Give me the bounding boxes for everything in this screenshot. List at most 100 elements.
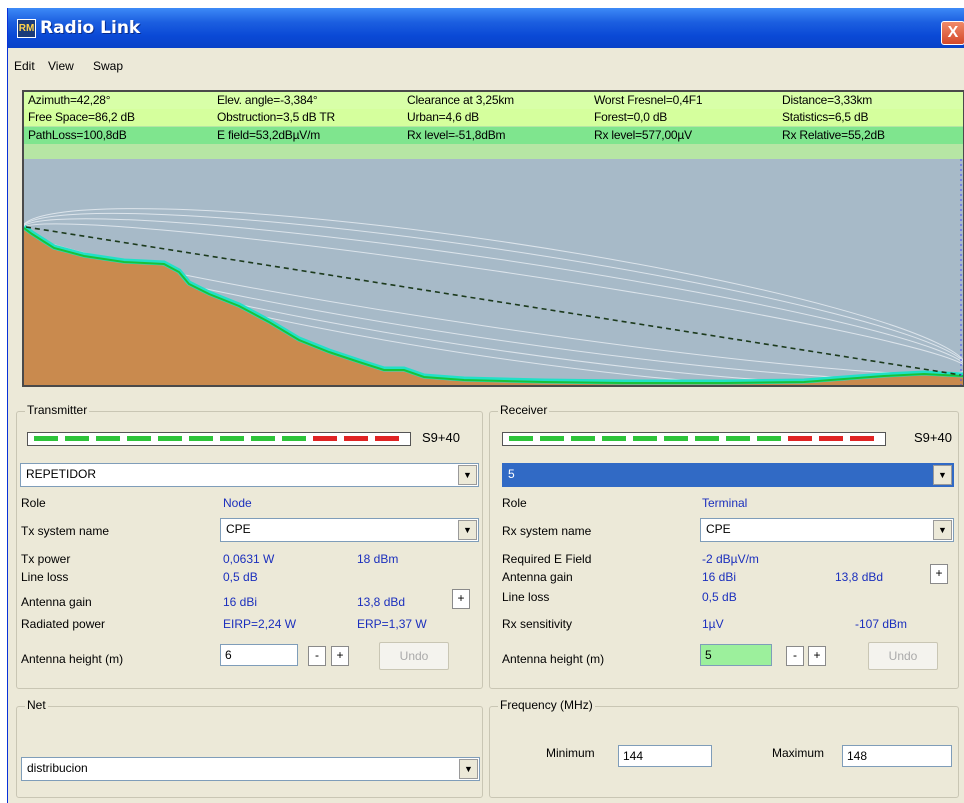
chevron-down-icon[interactable]: ▼ (933, 520, 952, 540)
transmitter-group: Transmitter S9+40 REPETIDOR ▼ Role Node … (16, 403, 483, 689)
rx-system-select[interactable]: CPE ▼ (700, 518, 954, 542)
rx-gain-dbd: 13,8 dBd (835, 570, 884, 584)
signal-segment (313, 436, 337, 441)
tx-erp-value: ERP=1,37 W (357, 617, 427, 631)
free-space-value: Free Space=86,2 dB (28, 110, 135, 124)
frequency-max-value: 148 (847, 749, 868, 763)
frequency-max-label: Maximum (772, 746, 825, 760)
frequency-min-label: Minimum (546, 746, 595, 760)
tx-system-select[interactable]: CPE ▼ (220, 518, 479, 542)
rx-system-label: Rx system name (502, 524, 592, 538)
transmitter-legend: Transmitter (25, 403, 90, 417)
tx-power-dbm: 18 dBm (357, 552, 399, 566)
signal-segment (344, 436, 368, 441)
receiver-legend: Receiver (498, 403, 550, 417)
distance-value: Distance=3,33km (782, 93, 873, 107)
frequency-max-input[interactable]: 148 (842, 745, 952, 767)
rx-height-plus-button[interactable]: + (808, 646, 826, 666)
frequency-min-value: 144 (623, 749, 644, 763)
rx-signal-text: S9+40 (914, 430, 952, 445)
signal-segment (664, 436, 688, 441)
rx-sensitivity-label: Rx sensitivity (502, 617, 573, 631)
signal-segment (34, 436, 58, 441)
signal-segment (65, 436, 89, 441)
signal-segment (158, 436, 182, 441)
rx-role-label: Role (502, 496, 527, 510)
tx-gain-plus-button[interactable]: + (452, 589, 470, 609)
rx-role-value: Terminal (702, 496, 748, 510)
signal-segment (788, 436, 812, 441)
forest-value: Forest=0,0 dB (594, 110, 668, 124)
rx-efield-label: Required E Field (502, 552, 592, 566)
rx-lineloss-value: 0,5 dB (702, 590, 737, 604)
tx-height-value: 6 (225, 648, 232, 662)
chevron-down-icon[interactable]: ▼ (458, 465, 477, 485)
title-bar: RM Radio Link X (8, 8, 964, 48)
signal-segment (509, 436, 533, 441)
tx-lineloss-value: 0,5 dB (223, 570, 258, 584)
tx-height-plus-button[interactable]: + (331, 646, 349, 666)
signal-segment (695, 436, 719, 441)
net-value: distribucion (27, 761, 88, 775)
tx-height-input[interactable]: 6 (220, 644, 298, 666)
close-button[interactable]: X (941, 21, 964, 45)
signal-segment (96, 436, 120, 441)
rx-gain-plus-button[interactable]: + (930, 564, 948, 584)
app-icon: RM (17, 19, 36, 38)
signal-segment (602, 436, 626, 441)
rx-height-value: 5 (705, 648, 712, 662)
rx-height-input[interactable]: 5 (700, 644, 772, 666)
rx-system-value: CPE (706, 522, 731, 536)
signal-segment (189, 436, 213, 441)
path-profile-graphic (24, 159, 963, 385)
tx-station-select[interactable]: REPETIDOR ▼ (20, 463, 479, 487)
frequency-legend: Frequency (MHz) (498, 698, 595, 712)
rx-gain-dbi: 16 dBi (702, 570, 737, 584)
azimuth-value: Azimuth=42,28° (28, 93, 111, 107)
rx-gain-label: Antenna gain (502, 570, 573, 584)
rx-relative-value: Rx Relative=55,2dB (782, 128, 885, 142)
tx-station-value: REPETIDOR (26, 467, 97, 481)
rx-height-label: Antenna height (m) (502, 652, 605, 666)
menu-edit[interactable]: Edit (14, 59, 35, 73)
rx-height-minus-button[interactable]: - (786, 646, 804, 666)
chevron-down-icon[interactable]: ▼ (458, 520, 477, 540)
tx-height-minus-button[interactable]: - (308, 646, 326, 666)
signal-segment (819, 436, 843, 441)
chevron-down-icon[interactable]: ▼ (933, 465, 952, 485)
signal-segment (571, 436, 595, 441)
rx-station-select[interactable]: 5 ▼ (502, 463, 954, 487)
menu-view[interactable]: View (48, 59, 74, 73)
net-group: Net distribucion ▼ (16, 698, 483, 798)
menu-swap[interactable]: Swap (93, 59, 123, 73)
menu-bar: Edit View Swap (8, 48, 964, 84)
net-select[interactable]: distribucion ▼ (21, 757, 480, 781)
frequency-group: Frequency (MHz) Minimum 144 Maximum 148 (489, 698, 959, 798)
tx-power-w: 0,0631 W (223, 552, 275, 566)
signal-segment (540, 436, 564, 441)
info-row: Free Space=86,2 dB Obstruction=3,5 dB TR… (24, 109, 963, 126)
rx-efield-value: -2 dBµV/m (702, 552, 759, 566)
rx-level-uv-value: Rx level=577,00µV (594, 128, 692, 142)
rx-station-value: 5 (508, 467, 515, 481)
tx-radiated-label: Radiated power (21, 617, 106, 631)
rx-sensitivity-uv: 1µV (702, 617, 724, 631)
statistics-value: Statistics=6,5 dB (782, 110, 869, 124)
signal-segment (633, 436, 657, 441)
tx-gain-dbd: 13,8 dBd (357, 595, 406, 609)
signal-segment (757, 436, 781, 441)
obstruction-value: Obstruction=3,5 dB TR (217, 110, 335, 124)
tx-system-value: CPE (226, 522, 251, 536)
path-profile-view[interactable] (22, 159, 964, 387)
net-legend: Net (25, 698, 48, 712)
tx-role-value: Node (223, 496, 252, 510)
chevron-down-icon[interactable]: ▼ (459, 759, 478, 779)
frequency-min-input[interactable]: 144 (618, 745, 712, 767)
tx-undo-button[interactable]: Undo (379, 642, 449, 670)
tx-lineloss-label: Line loss (21, 570, 69, 584)
tx-role-label: Role (21, 496, 46, 510)
window-title: Radio Link (40, 18, 141, 38)
rx-undo-button[interactable]: Undo (868, 642, 938, 670)
tx-system-label: Tx system name (21, 524, 110, 538)
efield-value: E field=53,2dBµV/m (217, 128, 321, 142)
